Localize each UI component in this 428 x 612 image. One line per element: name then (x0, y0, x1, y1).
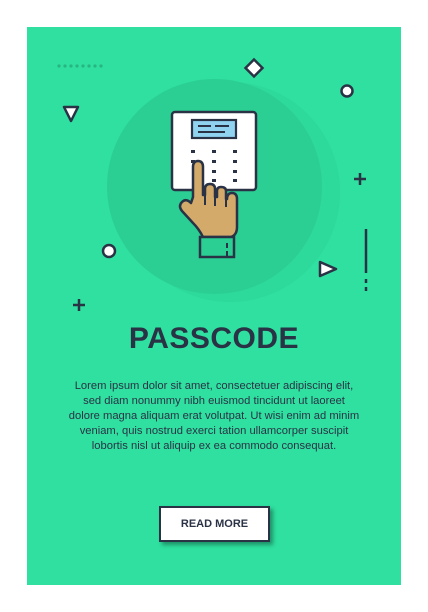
vertical-line-decoration (364, 229, 368, 291)
plus-shape (354, 173, 366, 185)
dotted-line-decoration (57, 64, 103, 68)
description-text: Lorem ipsum dolor sit amet, consectetuer… (68, 380, 360, 452)
page-title: PASSCODE (128, 322, 300, 355)
keypad-icon (170, 110, 258, 259)
onboarding-card: PASSCODE Lorem ipsum dolor sit amet, con… (27, 27, 401, 585)
diamond-shape (243, 57, 265, 79)
plus-shape (73, 299, 85, 311)
read-more-button[interactable]: READ MORE (159, 506, 270, 542)
circle-shape (101, 243, 117, 259)
triangle-right-shape (318, 260, 338, 278)
circle-shape (340, 84, 354, 98)
triangle-down-shape (62, 105, 80, 123)
